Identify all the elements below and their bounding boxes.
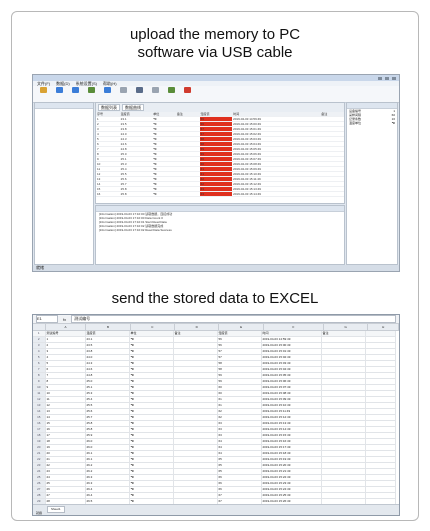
column-letter[interactable]: B xyxy=(86,324,131,330)
table-row[interactable]: 16 25.8 ℃ 63 2019-04-03 15:14:49 xyxy=(96,191,344,197)
column-letter[interactable]: G xyxy=(324,324,369,330)
toolbar-icon xyxy=(87,87,95,93)
table-cell: 25.8 xyxy=(119,191,153,197)
formula-input[interactable]: 测试编号 xyxy=(71,315,396,323)
caption-upload: upload the memory to PC software via USB… xyxy=(12,26,418,62)
properties-panel: 设备编号 1 采样间隔 60 记录条数 16 温度单位 ℃ xyxy=(346,102,398,265)
toolbar-button[interactable] xyxy=(101,87,113,101)
log-panel: [Information] 2019-04-03 17:10:00 读取数据，连… xyxy=(95,205,345,265)
property-value: ℃ xyxy=(391,121,395,125)
menu-item[interactable]: 帮助(H) xyxy=(103,81,117,86)
data-list-panel: 数据列表 数据曲线 序号 温度值 单位 备注 湿度值 时间 备注 1 23.1 ℃ 56 2019-04… xyxy=(95,102,345,204)
table-cell: 16 xyxy=(96,191,120,197)
minimize-icon[interactable] xyxy=(378,76,382,80)
sheet-tab[interactable]: Sheet1 xyxy=(47,506,65,513)
status-text: 就绪 xyxy=(36,265,44,270)
name-box[interactable]: E1 xyxy=(36,315,58,323)
toolbar-icon xyxy=(167,87,175,93)
column-letter[interactable] xyxy=(33,324,46,330)
column-letter[interactable]: A xyxy=(46,324,87,330)
data-tabs: 数据列表 数据曲线 xyxy=(96,103,344,112)
toolbar-icon xyxy=(151,87,159,93)
toolbar-button[interactable] xyxy=(181,87,193,101)
caption-upload-line1: upload the memory to PC xyxy=(129,26,301,43)
toolbar-button[interactable] xyxy=(149,87,161,101)
status-bar: 就绪 xyxy=(33,265,399,271)
toolbar-button[interactable] xyxy=(69,87,81,101)
menu-item[interactable]: 系统设置(S) xyxy=(76,81,97,86)
tab-0[interactable]: 数据列表 xyxy=(98,104,120,111)
window-body: 数据列表 数据曲线 序号 温度值 单位 备注 湿度值 时间 备注 1 23.1 ℃ 56 2019-04… xyxy=(33,102,399,265)
window-controls xyxy=(378,76,396,80)
tab-1[interactable]: 数据曲线 xyxy=(122,104,144,111)
formula-bar: E1 fx 测试编号 xyxy=(33,315,399,324)
table-cell xyxy=(175,191,200,197)
excel-window: E1 fx 测试编号 ABCDEFGH 1 测试编号 温度值 单位 备注 湿度值 时间 备注 2… xyxy=(32,314,400,516)
column-letter[interactable]: F xyxy=(264,324,325,330)
toolbar xyxy=(33,86,399,103)
table-cell xyxy=(320,191,344,197)
property-name: 温度单位 xyxy=(349,121,362,125)
toolbar-button[interactable] xyxy=(133,87,145,101)
caption-upload-line2: software via USB cable xyxy=(137,44,293,61)
excel-footer: Sheet1 就绪 xyxy=(33,504,399,515)
caption-excel: send the stored data to EXCEL xyxy=(111,290,319,307)
maximize-icon[interactable] xyxy=(385,76,389,80)
column-letter[interactable]: D xyxy=(175,324,220,330)
device-tree-panel xyxy=(34,102,94,265)
fx-icon: fx xyxy=(63,316,67,322)
toolbar-button[interactable] xyxy=(53,87,65,101)
software-window: 文件(F) 数据(D) 系统设置(S) 帮助(H) 数据列表 数据曲线 序号 温度值 单位备… xyxy=(32,74,400,272)
figure-frame: upload the memory to PC software via USB… xyxy=(11,11,419,521)
toolbar-button[interactable] xyxy=(85,87,97,101)
column-letter[interactable]: E xyxy=(219,324,264,330)
table-cell: 2019-04-03 15:14:49 xyxy=(232,191,321,197)
log-line: [Information] 2019-04-03 17:10:02 Read D… xyxy=(99,228,172,232)
toolbar-icon xyxy=(71,87,79,93)
column-header-row: ABCDEFGH xyxy=(33,324,399,331)
toolbar-icon xyxy=(135,87,143,93)
device-tree-header xyxy=(35,103,93,109)
toolbar-button[interactable] xyxy=(165,87,177,101)
toolbar-icon xyxy=(55,87,63,93)
toolbar-icon xyxy=(39,87,47,93)
menu-item[interactable]: 数据(D) xyxy=(56,81,70,86)
toolbar-icon xyxy=(183,87,191,93)
column-letter[interactable]: C xyxy=(131,324,176,330)
close-icon[interactable] xyxy=(392,76,396,80)
toolbar-icon xyxy=(103,87,111,93)
excel-status: 就绪 xyxy=(36,511,43,515)
column-letter[interactable]: H xyxy=(368,324,399,330)
table-cell: ℃ xyxy=(152,191,176,197)
toolbar-button[interactable] xyxy=(37,87,49,101)
property-row: 温度单位 ℃ xyxy=(347,121,397,125)
data-table: 序号 温度值 单位 备注 湿度值 时间 备注 1 23.1 ℃ 56 2019-04-03 14:59… xyxy=(96,112,344,197)
toolbar-icon xyxy=(119,87,127,93)
table-cell: 63 xyxy=(199,191,233,197)
menu-item[interactable]: 文件(F) xyxy=(37,81,50,86)
excel-grid: 1 测试编号 温度值 单位 备注 湿度值 时间 备注 2 1 23.1 ℃ 56 2019-04-03 1… xyxy=(33,331,396,515)
toolbar-button[interactable] xyxy=(117,87,129,101)
